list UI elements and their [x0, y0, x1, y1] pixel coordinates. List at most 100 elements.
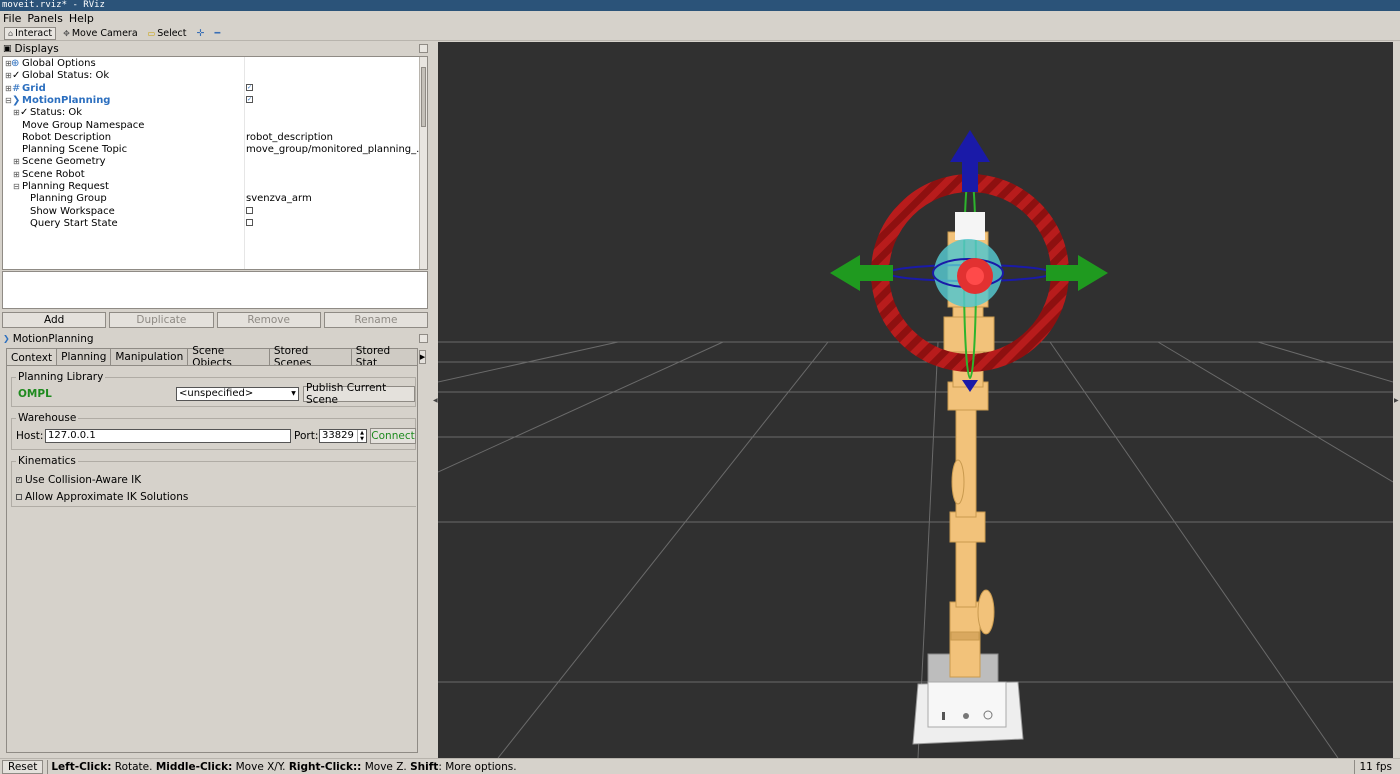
publish-current-scene-button[interactable]: Publish Current Scene [303, 382, 415, 406]
tree-row-label: Robot Description [22, 131, 112, 143]
expand-icon[interactable]: ⊞ [5, 83, 12, 95]
interact-label: Interact [15, 27, 53, 39]
render-view[interactable] [438, 42, 1393, 758]
displays-button-row: Add Duplicate Remove Rename [2, 312, 428, 328]
grid [438, 341, 1393, 758]
display-description-box [2, 271, 428, 309]
tab-scene-objects[interactable]: Scene Objects [187, 345, 270, 369]
planner-select[interactable]: <unspecified> ▼ [176, 387, 299, 401]
add-display-button[interactable]: Add [2, 312, 107, 328]
connect-button[interactable]: Connect [370, 428, 416, 444]
port-spinbox[interactable]: 33829 ▲ ▼ [319, 429, 367, 443]
host-input[interactable]: 127.0.0.1 [45, 429, 291, 443]
expand-icon[interactable]: ⊞ [13, 107, 20, 119]
planning-library-name: OMPL [18, 388, 52, 400]
motion-planning-panel-title: ❯ MotionPlanning [0, 332, 432, 345]
unchecked-box-icon [16, 494, 22, 500]
tree-row-value: move_group/monitored_planning_... [246, 144, 423, 156]
tree-row-label: Show Workspace [30, 205, 115, 217]
collapse-icon[interactable]: ⊟ [13, 181, 20, 193]
splitter-arrow-icon: ▶ [1394, 397, 1399, 404]
tree-row-planning-request[interactable]: ⊟ Planning Request [3, 181, 419, 193]
select-tool[interactable]: ▭ Select [145, 27, 190, 40]
interact-icon: ⌂ [8, 28, 14, 38]
check-icon: ✓ [12, 70, 21, 82]
motion-planning-enabled-checkbox[interactable]: ✓ [246, 96, 253, 104]
left-click-label: Left-Click: [51, 760, 112, 773]
collision-aware-ik-checkbox[interactable]: ✓ Use Collision-Aware IK [16, 474, 141, 486]
collision-aware-ik-label: Use Collision-Aware IK [25, 474, 142, 486]
check-icon: ✓ [20, 107, 29, 119]
planning-library-title: Planning Library [16, 371, 106, 383]
tab-planning[interactable]: Planning [56, 348, 112, 365]
interact-tool[interactable]: ⌂ Interact [4, 26, 57, 40]
tab-context[interactable]: Context [6, 348, 58, 366]
tree-row-robot-description[interactable]: Robot Description robot_description [3, 132, 419, 144]
approximate-ik-label: Allow Approximate IK Solutions [25, 491, 189, 503]
select-label: Select [157, 27, 187, 39]
tree-row-status-ok[interactable]: ⊞ ✓ Status: Ok [3, 107, 419, 119]
motion-planning-icon: ❯ [3, 334, 10, 343]
approximate-ik-checkbox[interactable]: Allow Approximate IK Solutions [16, 491, 188, 503]
tree-row-scene-geometry[interactable]: ⊞ Scene Geometry [3, 156, 419, 168]
menu-panels[interactable]: Panels [27, 12, 62, 25]
tree-row-label: Global Options [22, 58, 96, 69]
minus-icon: ━ [214, 27, 221, 39]
tree-row-show-workspace[interactable]: Show Workspace [3, 206, 419, 218]
expand-icon[interactable]: ⊞ [5, 70, 12, 82]
tree-row-label: Planning Group [30, 193, 107, 205]
monitor-icon: ▣ [3, 43, 12, 54]
tree-row-scene-robot[interactable]: ⊞ Scene Robot [3, 169, 419, 181]
remove-display-button[interactable]: Remove [216, 312, 321, 328]
tree-row-label: Scene Robot [22, 168, 85, 180]
tab-scroll-right-button[interactable]: ▶ [419, 350, 426, 364]
expand-icon[interactable]: ⊞ [13, 169, 20, 181]
tab-stored-states[interactable]: Stored Stat [350, 345, 418, 369]
menu-help[interactable]: Help [69, 12, 94, 25]
collapse-icon[interactable]: ⊟ [5, 95, 12, 107]
tree-row-motion-planning[interactable]: ⊟ ❯ MotionPlanning ✓ [3, 95, 419, 107]
chevron-down-icon: ▼ [291, 390, 296, 397]
tree-row-global-options[interactable]: ⊞ ⊕ Global Options [3, 58, 419, 70]
status-bar: Reset Left-Click: Rotate. Middle-Click: … [0, 758, 1400, 774]
add-tool-button[interactable]: ✛ [194, 27, 208, 40]
duplicate-display-button[interactable]: Duplicate [109, 312, 214, 328]
motion-planning-float-button[interactable] [419, 334, 428, 343]
warehouse-title: Warehouse [16, 412, 79, 424]
menu-bar: File Panels Help [0, 11, 1400, 26]
displays-tree[interactable]: ⊞ ⊕ Global Options ⊞ ✓ Global Status: Ok… [2, 56, 428, 270]
port-label: Port: [294, 430, 319, 442]
port-value: 33829 [322, 430, 354, 441]
grid-enabled-checkbox[interactable]: ✓ [246, 84, 253, 92]
show-workspace-checkbox[interactable] [246, 207, 253, 215]
kinematics-group: Kinematics ✓ Use Collision-Aware IK Allo… [11, 455, 416, 507]
query-start-state-checkbox[interactable] [246, 219, 253, 227]
displays-float-button[interactable] [419, 44, 428, 53]
tree-row-planning-scene-topic[interactable]: Planning Scene Topic move_group/monitore… [3, 144, 423, 156]
remove-tool-button[interactable]: ━ [211, 27, 223, 40]
tree-row-label: Scene Geometry [22, 156, 106, 168]
right-click-label: Right-Click:: [288, 760, 362, 773]
displays-scrollbar[interactable] [419, 57, 427, 269]
globe-icon: ⊕ [11, 58, 20, 69]
spin-arrows-icon[interactable]: ▲ ▼ [357, 430, 366, 442]
right-splitter[interactable]: ▶ [1393, 42, 1400, 758]
reset-button[interactable]: Reset [2, 759, 44, 774]
tree-row-planning-group[interactable]: Planning Group svenzva_arm [3, 193, 419, 205]
left-click-text: Rotate. [111, 760, 156, 773]
context-tab-body: Planning Library OMPL <unspecified> ▼ Pu… [6, 365, 418, 753]
tree-row-global-status[interactable]: ⊞ ✓ Global Status: Ok [3, 70, 419, 82]
tab-stored-scenes[interactable]: Stored Scenes [268, 345, 352, 369]
expand-icon[interactable]: ⊞ [13, 156, 20, 168]
tree-row-query-start-state[interactable]: Query Start State [3, 218, 419, 230]
tree-row-grid[interactable]: ⊞ # Grid ✓ [3, 83, 419, 95]
chevron-right-icon: ▶ [419, 353, 426, 361]
tab-manipulation[interactable]: Manipulation [110, 348, 189, 365]
menu-file[interactable]: File [3, 12, 21, 25]
planning-library-group: Planning Library OMPL <unspecified> ▼ Pu… [11, 371, 416, 407]
scene-canvas[interactable] [438, 42, 1393, 758]
move-camera-label: Move Camera [71, 27, 138, 39]
move-camera-tool[interactable]: ✥ Move Camera [60, 27, 140, 40]
rename-display-button[interactable]: Rename [323, 312, 428, 328]
tree-row-move-group-namespace[interactable]: Move Group Namespace [3, 120, 419, 132]
